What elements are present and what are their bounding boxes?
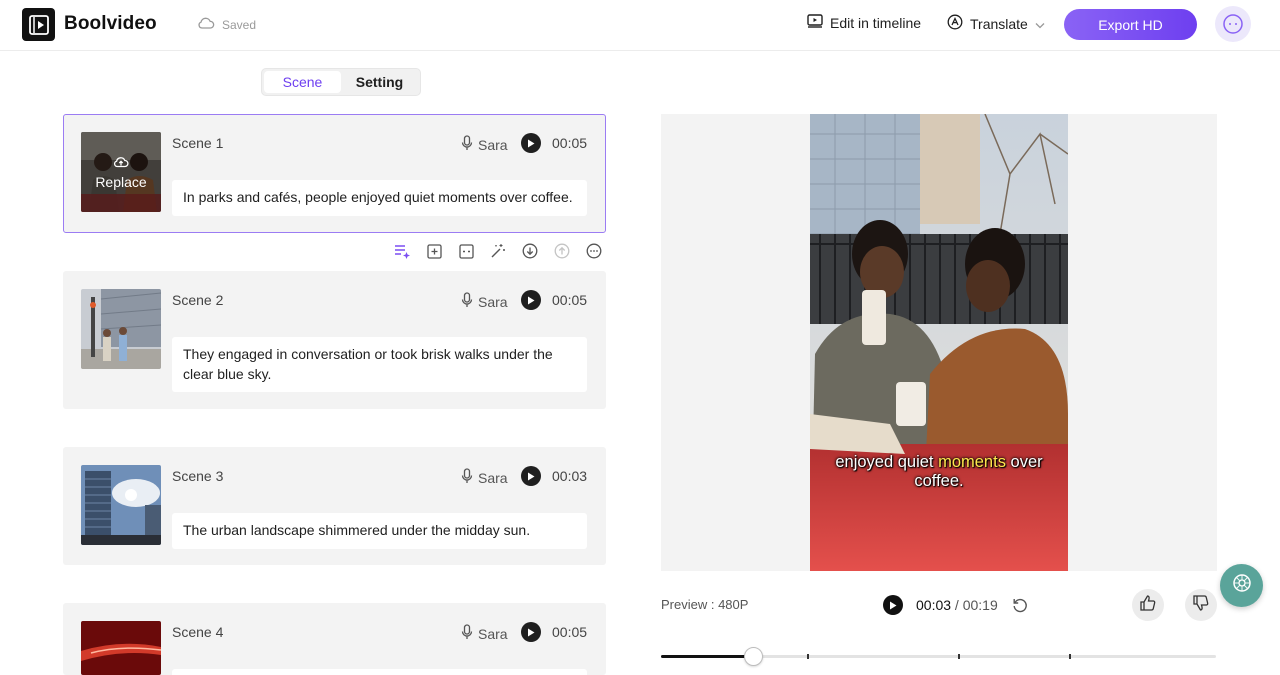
scene-duration: 00:05	[552, 624, 588, 640]
save-status-text: Saved	[222, 17, 257, 32]
progress-handle[interactable]	[743, 647, 763, 666]
thumbs-down-button[interactable]	[1185, 589, 1217, 621]
tab-setting[interactable]: Setting	[341, 71, 418, 93]
playback-progress-bar[interactable]	[661, 647, 1216, 666]
scene-script-input[interactable]: In parks and cafés, people enjoyed quiet…	[172, 180, 587, 216]
scene-thumbnail[interactable]	[81, 465, 161, 545]
thumbs-up-icon	[1139, 594, 1157, 617]
export-hd-button[interactable]: Export HD	[1064, 9, 1197, 40]
video-preview[interactable]: enjoyed quiet moments over coffee.	[810, 114, 1068, 571]
scene-marker	[958, 654, 961, 659]
translate-icon	[947, 14, 963, 33]
upload-cloud-icon	[113, 155, 129, 172]
split-scene-icon[interactable]	[457, 242, 475, 260]
chevron-down-icon	[1035, 16, 1045, 32]
scene-duration: 00:05	[552, 135, 588, 151]
scene-toolbar	[393, 242, 603, 260]
replace-label: Replace	[95, 173, 147, 190]
scene-duration: 00:03	[552, 468, 588, 484]
move-up-icon[interactable]	[553, 242, 571, 260]
user-avatar[interactable]	[1215, 6, 1251, 42]
ai-script-icon[interactable]	[393, 242, 411, 260]
preview-play-button[interactable]	[883, 595, 903, 615]
scene-card-2[interactable]: Scene 2 Sara 00:05 They engaged in conve…	[63, 271, 606, 409]
scene-thumbnail[interactable]	[81, 621, 161, 675]
microphone-icon	[461, 135, 473, 154]
current-time: 00:03	[916, 597, 952, 613]
voice-selector[interactable]: Sara	[461, 292, 508, 311]
replay-icon[interactable]	[1011, 596, 1029, 614]
scene-play-button[interactable]	[521, 466, 541, 486]
scene-setting-tabs: Scene Setting	[261, 68, 421, 96]
translate-label: Translate	[970, 15, 1028, 32]
scene-script-input[interactable]: They engaged in conversation or took bri…	[172, 337, 587, 392]
scene-thumbnail[interactable]: Replace	[81, 132, 161, 212]
scene-title: Scene 3	[172, 468, 224, 484]
cloud-icon	[197, 16, 215, 33]
microphone-icon	[461, 292, 473, 311]
playback-time: 00:03 / 00:19	[916, 597, 998, 613]
tab-scene[interactable]: Scene	[264, 71, 341, 93]
magic-wand-icon[interactable]	[489, 242, 507, 260]
preview-panel: enjoyed quiet moments over coffee.	[661, 114, 1217, 571]
top-bar: Boolvideo Saved Edit in timeline Transla…	[0, 0, 1280, 51]
caption-highlight: moments	[938, 453, 1006, 471]
scene-play-button[interactable]	[521, 290, 541, 310]
scene-title: Scene 4	[172, 624, 224, 640]
progress-fill	[661, 655, 753, 658]
save-status: Saved	[197, 16, 256, 33]
scene-play-button[interactable]	[521, 622, 541, 642]
scene-title: Scene 2	[172, 292, 224, 308]
edit-in-timeline-label: Edit in timeline	[830, 14, 922, 31]
scene-play-button[interactable]	[521, 133, 541, 153]
voice-name: Sara	[478, 469, 508, 486]
voice-name: Sara	[478, 293, 508, 310]
app-name: Boolvideo	[64, 13, 157, 34]
scene-script-input[interactable]	[172, 669, 587, 675]
move-down-icon[interactable]	[521, 242, 539, 260]
scene-card-3[interactable]: Scene 3 Sara 00:03 The urban landscape s…	[63, 447, 606, 565]
help-icon	[1231, 572, 1253, 599]
add-scene-icon[interactable]	[425, 242, 443, 260]
replace-overlay[interactable]: Replace	[81, 132, 161, 212]
scene-marker	[806, 654, 809, 659]
microphone-icon	[461, 624, 473, 643]
more-options-icon[interactable]	[585, 242, 603, 260]
scene-card-1[interactable]: Replace Scene 1 Sara 00:05 In parks and …	[63, 114, 606, 233]
voice-name: Sara	[478, 625, 508, 642]
thumbs-up-button[interactable]	[1132, 589, 1164, 621]
voice-selector[interactable]: Sara	[461, 135, 508, 154]
scene-marker	[1069, 654, 1072, 659]
help-button[interactable]	[1220, 564, 1263, 607]
voice-selector[interactable]: Sara	[461, 624, 508, 643]
scene-script-input[interactable]: The urban landscape shimmered under the …	[172, 513, 587, 549]
scene-thumbnail[interactable]	[81, 289, 161, 369]
scene-title: Scene 1	[172, 135, 224, 151]
translate-dropdown[interactable]: Translate	[947, 14, 1045, 33]
app-logo-icon[interactable]	[22, 8, 55, 41]
preview-resolution: Preview : 480P	[661, 597, 749, 612]
caption-text: enjoyed quiet	[835, 453, 939, 471]
edit-in-timeline-button[interactable]: Edit in timeline	[807, 14, 921, 31]
timeline-icon	[807, 14, 823, 31]
voice-selector[interactable]: Sara	[461, 468, 508, 487]
thumbs-down-icon	[1192, 594, 1210, 617]
total-time: 00:19	[962, 597, 998, 613]
scene-duration: 00:05	[552, 292, 588, 308]
scene-card-4[interactable]: Scene 4 Sara 00:05	[63, 603, 606, 675]
voice-name: Sara	[478, 136, 508, 153]
video-caption: enjoyed quiet moments over coffee.	[810, 453, 1068, 491]
microphone-icon	[461, 468, 473, 487]
